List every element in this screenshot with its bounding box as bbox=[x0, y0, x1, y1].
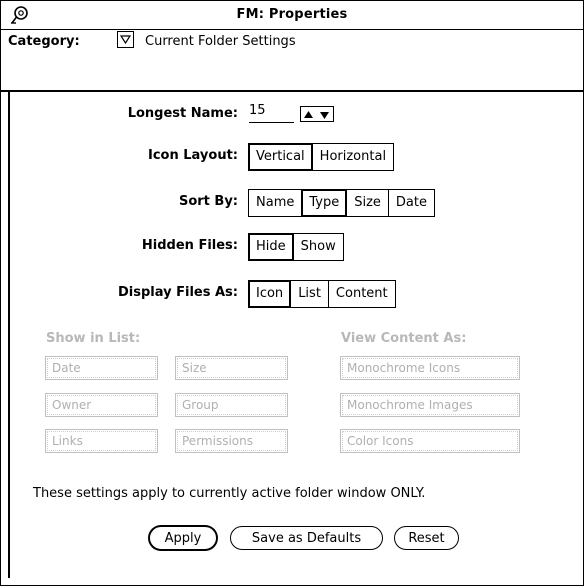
hidden-files-show[interactable]: Show bbox=[294, 234, 343, 260]
view-as-color-icons-label: Color Icons bbox=[347, 434, 414, 448]
show-in-list-owner-label: Owner bbox=[52, 398, 92, 412]
longest-name-label: Longest Name: bbox=[127, 106, 238, 121]
view-as-monochrome-icons[interactable]: Monochrome Icons bbox=[340, 356, 520, 380]
window-title: FM: Properties bbox=[236, 7, 348, 22]
show-in-list-date-label: Date bbox=[52, 361, 81, 375]
show-in-list-links[interactable]: Links bbox=[45, 429, 158, 453]
show-in-list-links-label: Links bbox=[52, 434, 83, 448]
show-in-list-size-label: Size bbox=[182, 361, 207, 375]
triangle-down-icon bbox=[119, 35, 132, 45]
save-as-defaults-button[interactable]: Save as Defaults bbox=[230, 526, 383, 550]
increment-icon[interactable] bbox=[301, 107, 316, 121]
title-bar: FM: Properties bbox=[1, 1, 583, 30]
display-files-as-choice: Icon List Content bbox=[248, 280, 396, 308]
sort-by-type[interactable]: Type bbox=[302, 190, 348, 216]
icon-layout-vertical[interactable]: Vertical bbox=[249, 144, 313, 170]
show-in-list-permissions-label: Permissions bbox=[182, 434, 253, 448]
display-as-list[interactable]: List bbox=[291, 281, 329, 307]
show-in-list-group-label: Group bbox=[182, 398, 219, 412]
decrement-icon[interactable] bbox=[317, 107, 332, 121]
display-files-as-label: Display Files As: bbox=[118, 285, 238, 300]
view-as-monochrome-images-label: Monochrome Images bbox=[347, 398, 473, 412]
hidden-files-label: Hidden Files: bbox=[141, 238, 238, 253]
sort-by-label: Sort By: bbox=[178, 194, 238, 209]
apply-button[interactable]: Apply bbox=[149, 526, 217, 550]
category-menu-button[interactable] bbox=[117, 31, 134, 48]
show-in-list-group[interactable]: Group bbox=[175, 393, 288, 417]
sort-by-name[interactable]: Name bbox=[249, 190, 303, 216]
sort-by-date[interactable]: Date bbox=[389, 190, 434, 216]
icon-layout-label: Icon Layout: bbox=[148, 148, 238, 163]
hidden-files-hide[interactable]: Hide bbox=[249, 234, 294, 260]
icon-layout-choice: Vertical Horizontal bbox=[248, 143, 395, 171]
show-in-list-owner[interactable]: Owner bbox=[45, 393, 158, 417]
show-in-list-label: Show in List: bbox=[46, 331, 141, 346]
sort-by-choice: Name Type Size Date bbox=[248, 189, 435, 217]
hidden-files-choice: Hide Show bbox=[248, 233, 344, 261]
longest-name-field[interactable]: 15 bbox=[249, 103, 294, 123]
display-as-content[interactable]: Content bbox=[329, 281, 395, 307]
display-as-icon[interactable]: Icon bbox=[249, 281, 292, 307]
settings-note: These settings apply to currently active… bbox=[33, 486, 426, 501]
view-as-color-icons[interactable]: Color Icons bbox=[340, 429, 520, 453]
category-label: Category: bbox=[8, 34, 80, 49]
view-content-as-label: View Content As: bbox=[341, 331, 467, 346]
view-as-monochrome-icons-label: Monochrome Icons bbox=[347, 361, 461, 375]
longest-name-stepper[interactable] bbox=[300, 106, 334, 122]
show-in-list-permissions[interactable]: Permissions bbox=[175, 429, 288, 453]
icon-layout-horizontal[interactable]: Horizontal bbox=[313, 144, 393, 170]
sort-by-size[interactable]: Size bbox=[347, 190, 389, 216]
category-value: Current Folder Settings bbox=[145, 34, 296, 49]
show-in-list-size[interactable]: Size bbox=[175, 356, 288, 380]
reset-button[interactable]: Reset bbox=[394, 526, 459, 550]
view-as-monochrome-images[interactable]: Monochrome Images bbox=[340, 393, 520, 417]
show-in-list-date[interactable]: Date bbox=[45, 356, 158, 380]
